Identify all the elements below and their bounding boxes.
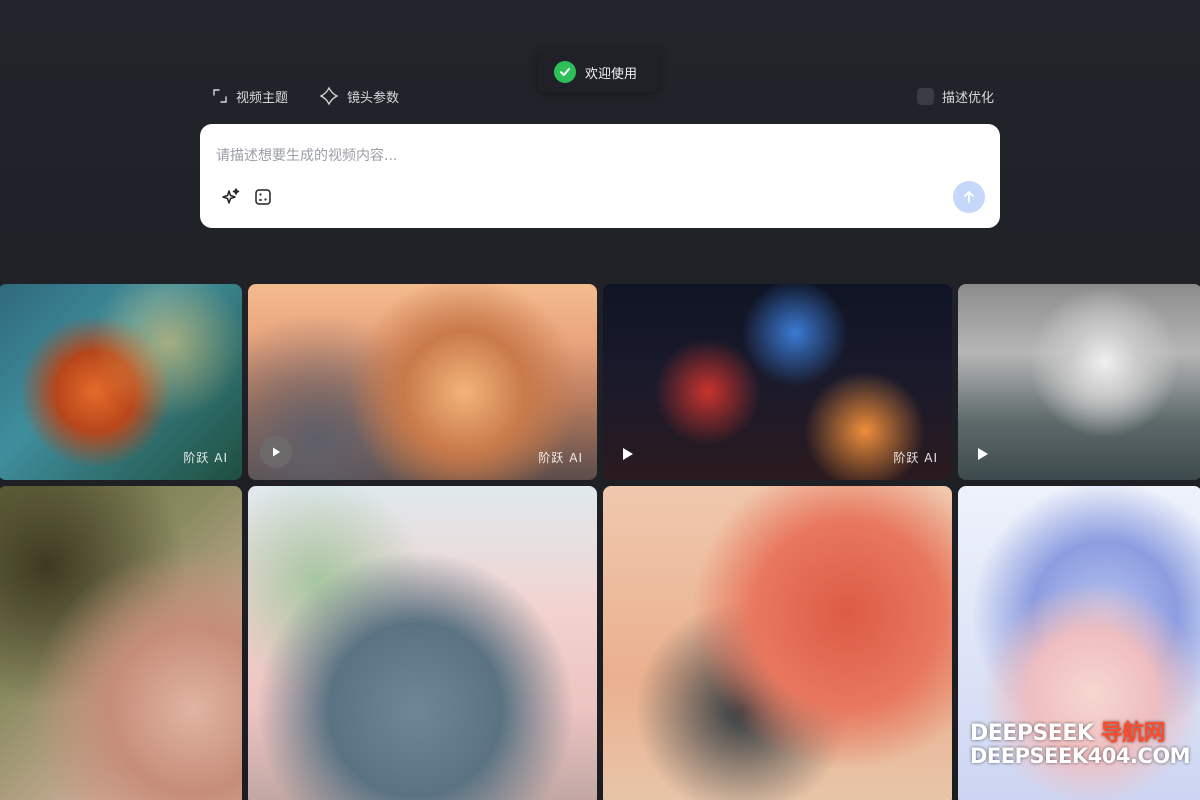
prompt-card: 请描述想要生成的视频内容... <box>200 124 1000 228</box>
gallery-card-coastal-town[interactable]: 阶跃 AI <box>248 284 597 480</box>
prompt-input[interactable]: 请描述想要生成的视频内容... <box>216 145 397 165</box>
watermark-line-1-text: DEEPSEEK <box>970 721 1094 746</box>
gallery-card-portrait-face[interactable] <box>0 486 242 800</box>
welcome-toast: 欢迎使用 <box>538 52 659 92</box>
play-icon[interactable] <box>978 448 988 460</box>
gallery-card-ocean-waves[interactable] <box>958 284 1200 480</box>
gallery-card-deer-robot[interactable] <box>603 486 952 800</box>
camera-params-label: 镜头参数 <box>347 90 400 106</box>
refine-label: 描述优化 <box>942 90 995 106</box>
camera-params-option[interactable]: 镜头参数 <box>319 86 399 106</box>
play-icon[interactable] <box>260 436 292 468</box>
gallery-card-totoro[interactable] <box>248 486 597 800</box>
watermark-line-2: DEEPSEEK404.COM <box>970 744 1191 769</box>
lens-icon <box>319 86 339 106</box>
video-theme-label: 视频主题 <box>236 90 289 106</box>
expand-corners-icon <box>212 88 228 104</box>
refine-checkbox[interactable] <box>917 87 934 105</box>
refine-option[interactable]: 描述优化 <box>917 86 994 106</box>
video-theme-option[interactable]: 视频主题 <box>212 86 288 106</box>
gallery-badge: 阶跃 AI <box>183 451 228 465</box>
check-circle-icon <box>554 61 576 83</box>
watermark-line-1-accent: 导航网 <box>1100 721 1166 746</box>
watermark: DEEPSEEK 导航网 DEEPSEEK404.COM <box>970 722 1191 769</box>
magic-sparkle-icon[interactable] <box>220 186 242 208</box>
gallery-badge: 阶跃 AI <box>893 451 938 465</box>
toast-text: 欢迎使用 <box>585 66 638 82</box>
gallery-badge: 阶跃 AI <box>538 451 583 465</box>
watermark-line-1: DEEPSEEK 导航网 <box>970 722 1190 745</box>
gallery-card-fantasy-girl[interactable]: 阶跃 AI <box>0 284 242 480</box>
play-icon[interactable] <box>623 448 633 460</box>
send-button[interactable] <box>953 181 985 213</box>
gallery-card-city-night[interactable]: 阶跃 AI <box>603 284 952 480</box>
dice-icon[interactable] <box>252 186 274 208</box>
